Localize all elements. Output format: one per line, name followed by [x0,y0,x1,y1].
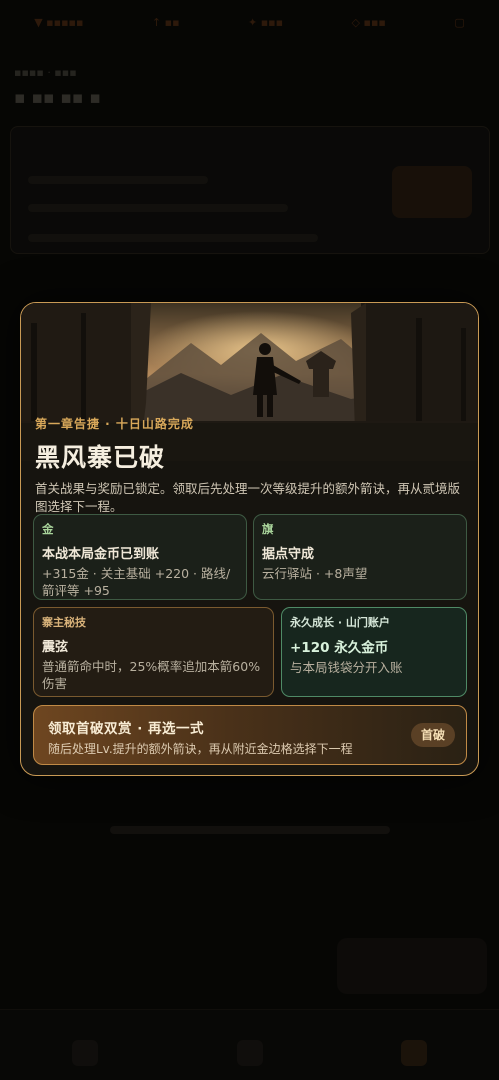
gold-detail: +315金 · 关主基础 +220 · 路线/箭评等 +95 [42,566,231,598]
skill-tag: 寨主秘技 [42,616,86,629]
claim-title: 领取首破双赏 · 再选一式 [48,721,205,737]
permanent-detail: 与本局钱袋分开入账 [290,660,403,675]
modal-content: 第一章告捷 · 十日山路完成 黑风寨已破 首关战果与奖励已锁定。领取后先处理一次… [21,415,478,516]
claim-reward-button[interactable]: 领取首破双赏 · 再选一式 随后处理Lv.提升的额外箭诀，再从附近金边格选择下一… [33,705,467,765]
flag-reward-card: 旗 据点守成 云行驿站 · +8声望 [253,514,467,600]
claim-subtitle: 随后处理Lv.提升的额外箭诀，再从附近金边格选择下一程 [48,742,353,756]
boss-skill-card: 寨主秘技 震弦 普通箭命中时，25%概率追加本箭60%伤害 [33,607,274,697]
victory-modal: 第一章告捷 · 十日山路完成 黑风寨已破 首关战果与奖励已锁定。领取后先处理一次… [20,302,479,776]
chapter-kicker: 第一章告捷 · 十日山路完成 [35,417,194,431]
modal-title: 黑风寨已破 [35,443,166,472]
permanent-growth-card: 永久成长 · 山门账户 +120 永久金币 与本局钱袋分开入账 [281,607,467,697]
modal-description: 首关战果与奖励已锁定。领取后先处理一次等级提升的额外箭诀，再从贰境版图选择下一程… [35,481,461,514]
gold-tag: 金 [42,522,54,536]
skill-title: 震弦 [42,640,69,655]
flag-tag: 旗 [262,522,274,536]
first-clear-badge: 首破 [410,723,455,747]
gold-title: 本战本局金币已到账 [42,547,160,562]
permanent-title: +120 永久金币 [290,640,389,656]
permanent-tag: 永久成长 · 山门账户 [290,616,390,629]
skill-detail: 普通箭命中时，25%概率追加本箭60%伤害 [42,659,261,691]
gold-reward-card: 金 本战本局金币已到账 +315金 · 关主基础 +220 · 路线/箭评等 +… [33,514,247,600]
flag-title: 据点守成 [262,547,315,562]
flag-detail: 云行驿站 · +8声望 [262,566,368,581]
